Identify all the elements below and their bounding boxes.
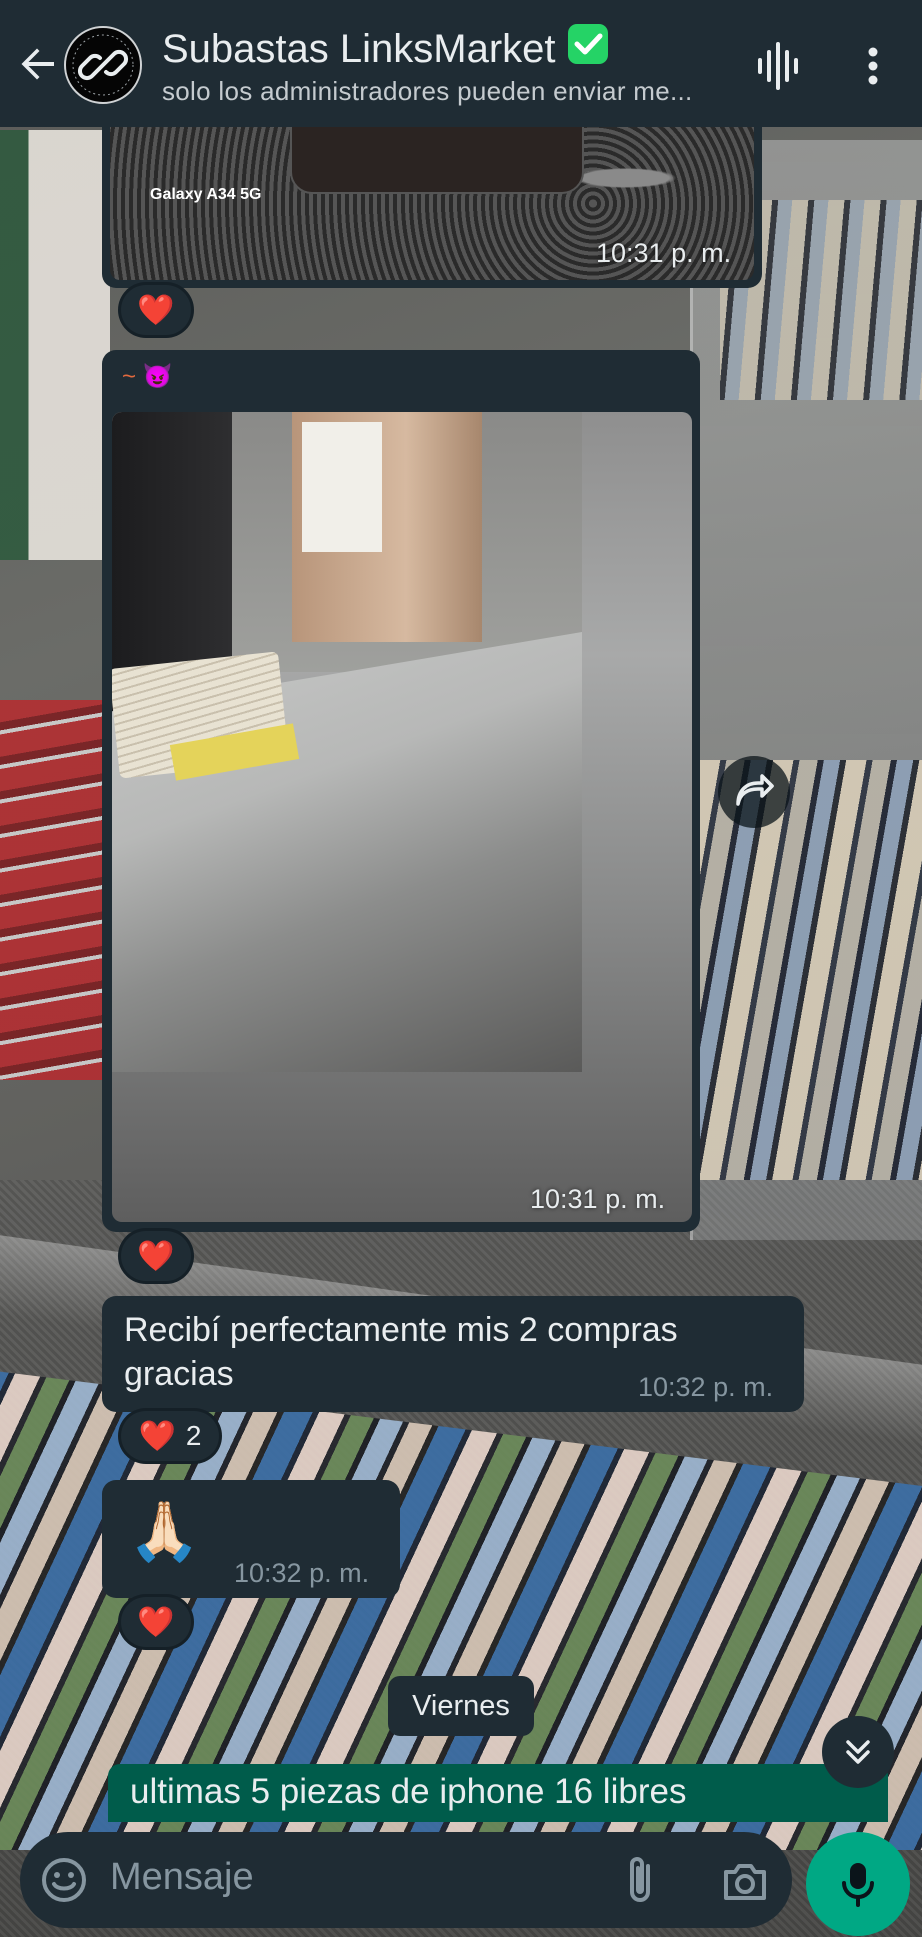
chat-header: Subastas LinksMarket solo los administra… — [0, 0, 922, 127]
forward-button[interactable] — [718, 756, 790, 828]
reaction-count: 2 — [185, 1420, 202, 1451]
mic-button[interactable] — [806, 1832, 910, 1936]
verified-icon — [567, 24, 608, 64]
message-time: 10:31 p. m. — [530, 1184, 666, 1214]
emoji-message[interactable]: 🙏🏻 10:32 p. m. — [102, 1480, 400, 1598]
message-input[interactable]: Mensaje — [110, 1856, 254, 1899]
praying-hands-emoji: 🙏🏻 — [128, 1499, 201, 1564]
image-message[interactable]: ~ 😈 10:31 p. m. — [102, 350, 700, 1232]
message-image[interactable] — [112, 412, 692, 1222]
heart-reaction-icon: ❤️ — [137, 1239, 175, 1273]
reaction-badge[interactable]: ❤️ — [118, 1228, 194, 1284]
attach-icon[interactable] — [618, 1852, 662, 1908]
heart-reaction-icon: ❤️ — [137, 1605, 175, 1639]
day-separator: Viernes — [388, 1676, 534, 1736]
reaction-badge[interactable]: ❤️ — [118, 1594, 194, 1650]
sender-name: ~ 😈 — [122, 363, 173, 390]
heart-reaction-icon: ❤️ — [137, 293, 175, 327]
green-message-text: ultimas 5 piezas de iphone 16 libres — [130, 1772, 687, 1811]
double-chevron-down-icon — [846, 1740, 870, 1764]
group-avatar[interactable] — [64, 26, 142, 104]
voice-call-icon[interactable] — [752, 40, 804, 92]
reaction-badge[interactable]: ❤️ — [118, 282, 194, 338]
message-time: 10:32 p. m. — [234, 1558, 370, 1588]
camera-icon[interactable] — [720, 1856, 770, 1906]
emoji-icon[interactable] — [38, 1854, 90, 1906]
image-caption-text: Galaxy A34 5G — [150, 186, 262, 203]
chat-title-text: Subastas LinksMarket — [162, 27, 556, 71]
chat-title[interactable]: Subastas LinksMarket — [162, 22, 610, 72]
green-message-preview[interactable]: ultimas 5 piezas de iphone 16 libres — [108, 1764, 888, 1822]
text-message[interactable]: Recibí perfectamente mis 2 compras graci… — [102, 1296, 804, 1412]
image-message[interactable]: Galaxy A34 5G 10:31 p. m. — [102, 110, 762, 288]
heart-reaction-icon: ❤️ — [138, 1419, 176, 1453]
reaction-badge[interactable]: ❤️ 2 — [118, 1408, 222, 1464]
message-composer: Mensaje — [20, 1832, 792, 1928]
forward-icon — [736, 774, 774, 806]
microphone-icon — [842, 1863, 874, 1907]
more-options-icon[interactable] — [858, 40, 888, 92]
message-time: 10:31 p. m. — [596, 238, 732, 268]
message-time: 10:32 p. m. — [638, 1372, 774, 1402]
message-text: Recibí perfectamente mis 2 compras graci… — [124, 1311, 678, 1393]
scroll-to-bottom-button[interactable] — [822, 1716, 894, 1788]
back-arrow-icon[interactable] — [14, 40, 62, 88]
chat-subtitle: solo los administradores pueden enviar m… — [162, 76, 693, 106]
